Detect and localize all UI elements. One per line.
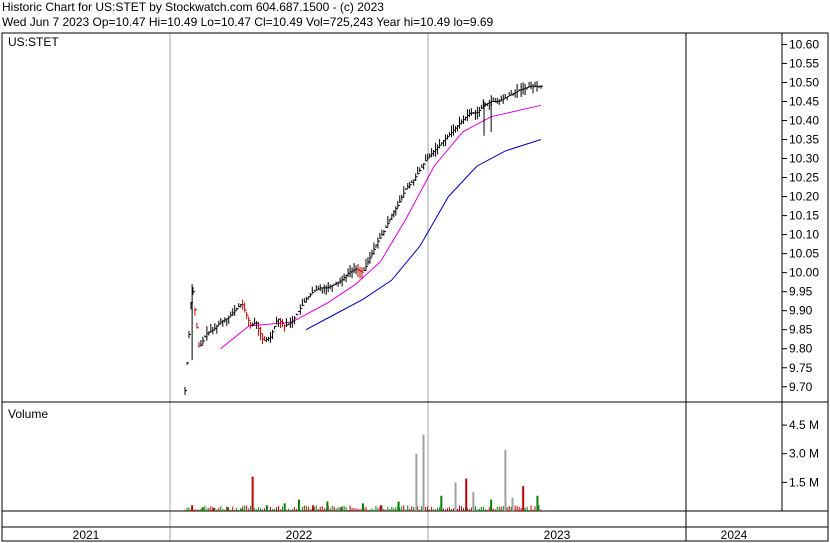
price-tick-label: 10.25 — [789, 171, 819, 185]
chart-frame — [1, 32, 829, 542]
price-tick-label: 10.30 — [789, 152, 819, 166]
volume-tick-label: 4.5 M — [789, 418, 819, 432]
price-tick-label: 10.05 — [789, 247, 819, 261]
price-tick-label: 9.95 — [789, 285, 813, 299]
price-tick-label: 9.85 — [789, 323, 813, 337]
price-tick-label: 10.00 — [789, 266, 819, 280]
x-axis-year-label: 2023 — [544, 528, 571, 542]
price-tick-label: 9.80 — [789, 342, 813, 356]
price-tick-label: 10.10 — [789, 228, 819, 242]
x-axis-year-label: 2024 — [721, 528, 748, 542]
price-tick-label: 10.35 — [789, 133, 819, 147]
chart-title: US:STET — [8, 35, 59, 49]
volume-tick-label: 3.0 M — [789, 447, 819, 461]
price-tick-label: 10.20 — [789, 190, 819, 204]
moving-average-fast — [220, 104, 542, 350]
volume-panel-title: Volume — [8, 407, 48, 421]
price-tick-label: 9.70 — [789, 380, 813, 394]
stock-chart: 10.60 10.55 10.50 10.45 10.40 10.35 10.30 10.25… — [1, 32, 829, 542]
price-tick-label: 10.45 — [789, 94, 819, 108]
price-tick-label: 10.60 — [789, 37, 819, 51]
price-tick-label: 10.50 — [789, 75, 819, 89]
price-tick-label: 10.40 — [789, 113, 819, 127]
x-axis-year-label: 2021 — [73, 528, 100, 542]
price-tick-label: 10.55 — [789, 56, 819, 70]
price-tick-label: 9.90 — [789, 304, 813, 318]
price-tick-label: 9.75 — [789, 361, 813, 375]
price-tick-label: 10.15 — [789, 209, 819, 223]
x-axis-year-label: 2022 — [286, 528, 313, 542]
volume-tick-label: 1.5 M — [789, 475, 819, 489]
